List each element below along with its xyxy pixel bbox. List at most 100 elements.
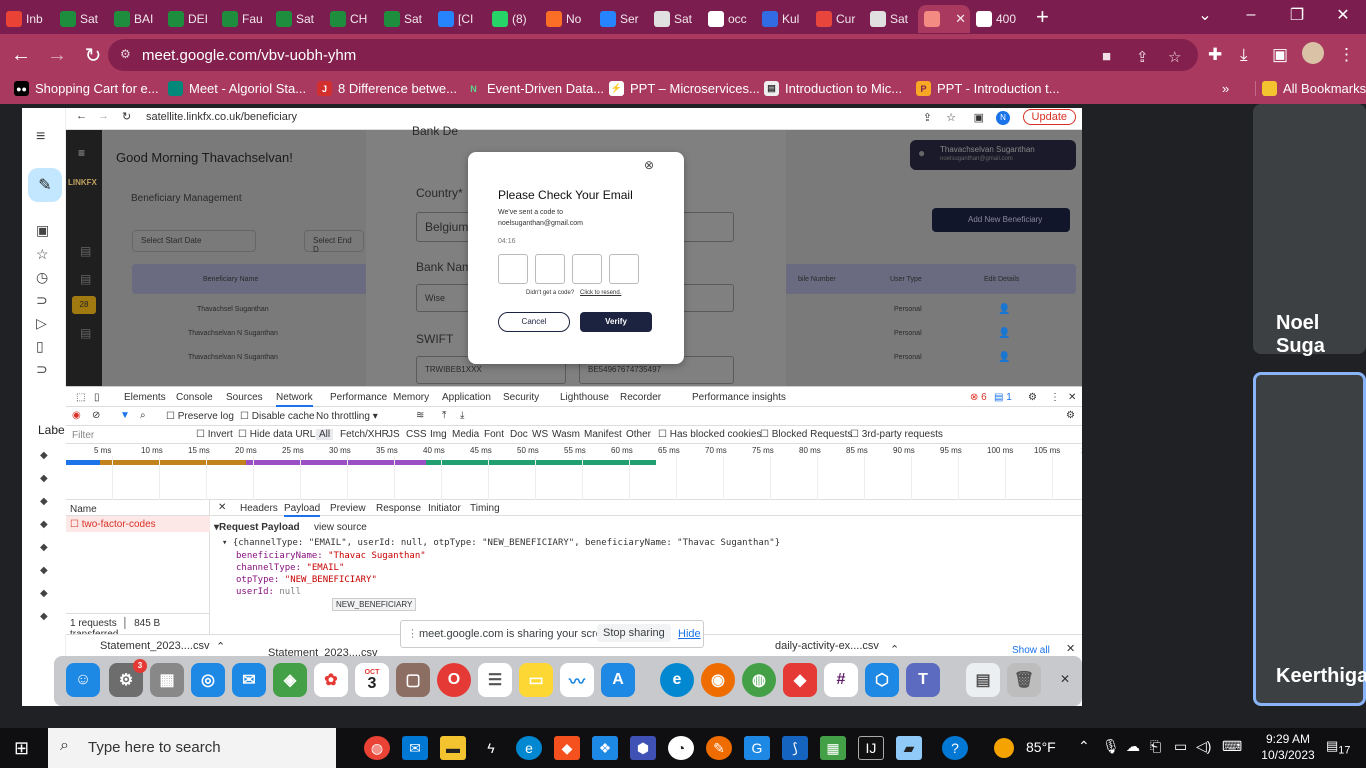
browser-tab[interactable]: BAI: [108, 5, 162, 33]
hide-data-urls-checkbox[interactable]: ☐ Hide data URLs: [238, 429, 320, 440]
back-icon[interactable]: ←: [76, 110, 87, 122]
tab-console[interactable]: Console: [176, 392, 213, 403]
browser-tab[interactable]: CH: [324, 5, 378, 33]
bookmark-7[interactable]: P PPT - Introduction t...: [916, 81, 1060, 96]
clock-date[interactable]: 10/3/2023: [1256, 748, 1320, 762]
resend-link[interactable]: Click to resend.: [580, 290, 621, 296]
type-ws[interactable]: WS: [532, 429, 548, 440]
label-important-icon[interactable]: ⊃: [36, 292, 48, 309]
postman-icon[interactable]: ✎: [706, 736, 732, 760]
label-icon[interactable]: ◆: [40, 611, 48, 622]
clock-icon[interactable]: ◷: [36, 269, 48, 286]
teams-icon[interactable]: T: [906, 663, 940, 697]
clear-icon[interactable]: ⊘: [92, 410, 100, 421]
bookmark-2[interactable]: Meet - Algoriol Sta...: [168, 81, 306, 96]
browser-tab[interactable]: Ser: [594, 5, 648, 33]
browser-tab[interactable]: ✕: [918, 5, 970, 33]
reload-icon[interactable]: ↻: [122, 110, 131, 123]
site-info-icon[interactable]: ⚙: [120, 47, 134, 61]
weather-temp[interactable]: 85°F: [1026, 739, 1056, 755]
bookmark-4[interactable]: N Event-Driven Data...: [466, 81, 604, 96]
tab-preview[interactable]: Preview: [330, 503, 366, 514]
type-img[interactable]: Img: [430, 429, 447, 440]
nav-icon[interactable]: ▤: [80, 272, 91, 286]
otp-digit-1[interactable]: [498, 254, 528, 284]
browser-tab[interactable]: Sat: [270, 5, 324, 33]
bookmark-6[interactable]: ▤ Introduction to Mic...: [764, 81, 902, 96]
app-icon[interactable]: ▦: [820, 736, 846, 760]
download-item[interactable]: daily-activity-ex....csv: [775, 640, 879, 652]
share-icon[interactable]: ⇪: [923, 111, 932, 124]
throttling-select[interactable]: No throttling ▾: [316, 411, 378, 422]
type-doc[interactable]: Doc: [510, 429, 528, 440]
appstore-icon[interactable]: A: [601, 663, 635, 697]
contacts-icon[interactable]: ▢: [396, 663, 430, 697]
tab-application[interactable]: Application: [442, 392, 491, 403]
forward-icon[interactable]: →: [98, 110, 109, 122]
blocked-requests-checkbox[interactable]: ☐ Blocked Requests: [760, 429, 852, 440]
clock-time[interactable]: 9:29 AM: [1258, 732, 1318, 746]
tab-memory[interactable]: Memory: [393, 392, 429, 403]
label-icon[interactable]: ◆: [40, 565, 48, 576]
close-icon[interactable]: ✕: [1068, 392, 1076, 403]
back-icon[interactable]: ←: [6, 40, 36, 70]
participant-tile-noel[interactable]: Noel Suga: [1253, 104, 1366, 357]
close-icon[interactable]: ✕: [218, 502, 226, 513]
file-explorer-icon[interactable]: ▬: [440, 736, 466, 760]
profile-avatar[interactable]: [1302, 42, 1324, 64]
cancel-button[interactable]: Cancel: [498, 312, 570, 332]
label-icon[interactable]: ◆: [40, 542, 48, 553]
view-source-link[interactable]: view source: [314, 522, 367, 533]
settings-icon[interactable]: ⚙ 3: [109, 659, 147, 697]
side-panel-icon[interactable]: ▣: [1272, 45, 1288, 65]
tab-network[interactable]: Network: [276, 392, 313, 407]
otp-digit-2[interactable]: [535, 254, 565, 284]
safari-icon[interactable]: ◎: [191, 663, 225, 697]
opera-icon[interactable]: O: [437, 663, 471, 697]
browser-tab[interactable]: Sat: [378, 5, 432, 33]
verify-button[interactable]: Verify: [580, 312, 652, 332]
draft-icon[interactable]: ▯: [36, 338, 44, 355]
type-font[interactable]: Font: [484, 429, 504, 440]
help-icon[interactable]: ?: [942, 736, 968, 760]
edge-icon[interactable]: e: [516, 736, 542, 760]
camera-icon[interactable]: ■: [1102, 48, 1111, 65]
microphone-icon[interactable]: 🎙: [1102, 738, 1120, 755]
browser-tab[interactable]: Sat: [54, 5, 108, 33]
chevron-up-icon[interactable]: ⌃: [1078, 738, 1090, 755]
download-icon[interactable]: ⤓: [460, 410, 464, 421]
payload-heading[interactable]: ▾Request Payload: [214, 522, 300, 533]
tab-elements[interactable]: Elements: [124, 392, 166, 403]
label-icon[interactable]: ◆: [40, 519, 48, 530]
show-all-button[interactable]: Show all: [1012, 645, 1050, 656]
tab-sources[interactable]: Sources: [226, 392, 263, 403]
app-icon[interactable]: G: [744, 736, 770, 760]
battery-icon[interactable]: ▭: [1174, 738, 1187, 755]
request-row[interactable]: ☐ two-factor-codes: [66, 516, 210, 532]
tab-performance[interactable]: Performance: [330, 392, 387, 403]
type-media[interactable]: Media: [452, 429, 479, 440]
tab-initiator[interactable]: Initiator: [428, 503, 461, 514]
download-item[interactable]: Statement_2023....csv: [100, 640, 209, 652]
bookmark-5[interactable]: ⚡ PPT – Microservices...: [609, 81, 760, 96]
chevron-up-icon[interactable]: ⌃: [890, 643, 899, 656]
slack-icon[interactable]: #: [824, 663, 858, 697]
type-js[interactable]: JS: [388, 429, 400, 440]
menu-icon[interactable]: ⋮: [1338, 45, 1355, 65]
browser-tab[interactable]: Sat: [864, 5, 918, 33]
tab-timing[interactable]: Timing: [470, 503, 500, 514]
otp-digit-3[interactable]: [572, 254, 602, 284]
inspect-icon[interactable]: ⬚: [76, 392, 85, 403]
payload-summary[interactable]: ▾ {channelType: "EMAIL", userId: null, o…: [222, 538, 780, 548]
volume-icon[interactable]: ◁): [1196, 738, 1211, 755]
browser-tab[interactable]: occ: [702, 5, 756, 33]
record-icon[interactable]: ◉: [72, 410, 81, 421]
browser-tab[interactable]: Inb: [0, 5, 54, 33]
gear-icon[interactable]: ⚙: [1066, 410, 1075, 421]
photos-icon[interactable]: ✿: [314, 663, 348, 697]
message-count[interactable]: ▤ 1: [994, 392, 1012, 403]
star-icon[interactable]: ☆: [946, 111, 956, 124]
git-icon[interactable]: ◆: [783, 663, 817, 697]
start-date-input[interactable]: Select Start Date: [132, 230, 256, 252]
tab-performance-insights[interactable]: Performance insights: [692, 392, 786, 403]
